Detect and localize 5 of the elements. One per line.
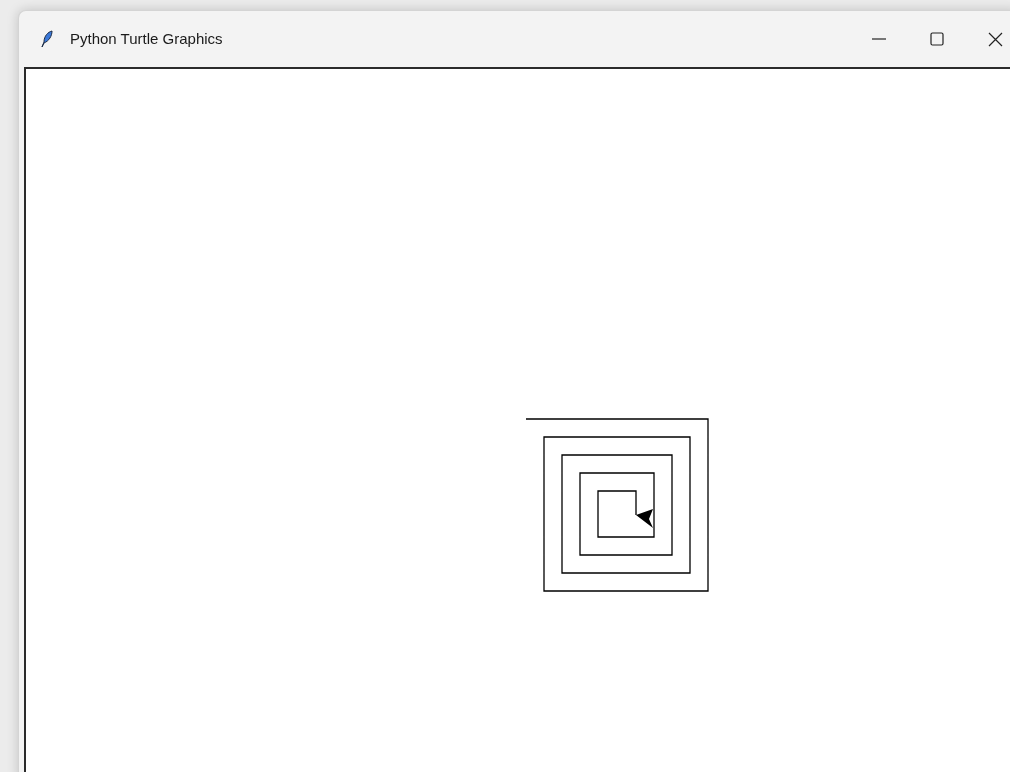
window-title: Python Turtle Graphics	[70, 28, 223, 49]
feather-icon	[41, 30, 53, 48]
maximize-icon	[930, 32, 944, 46]
minimize-icon	[872, 38, 886, 40]
close-icon	[987, 31, 1003, 47]
